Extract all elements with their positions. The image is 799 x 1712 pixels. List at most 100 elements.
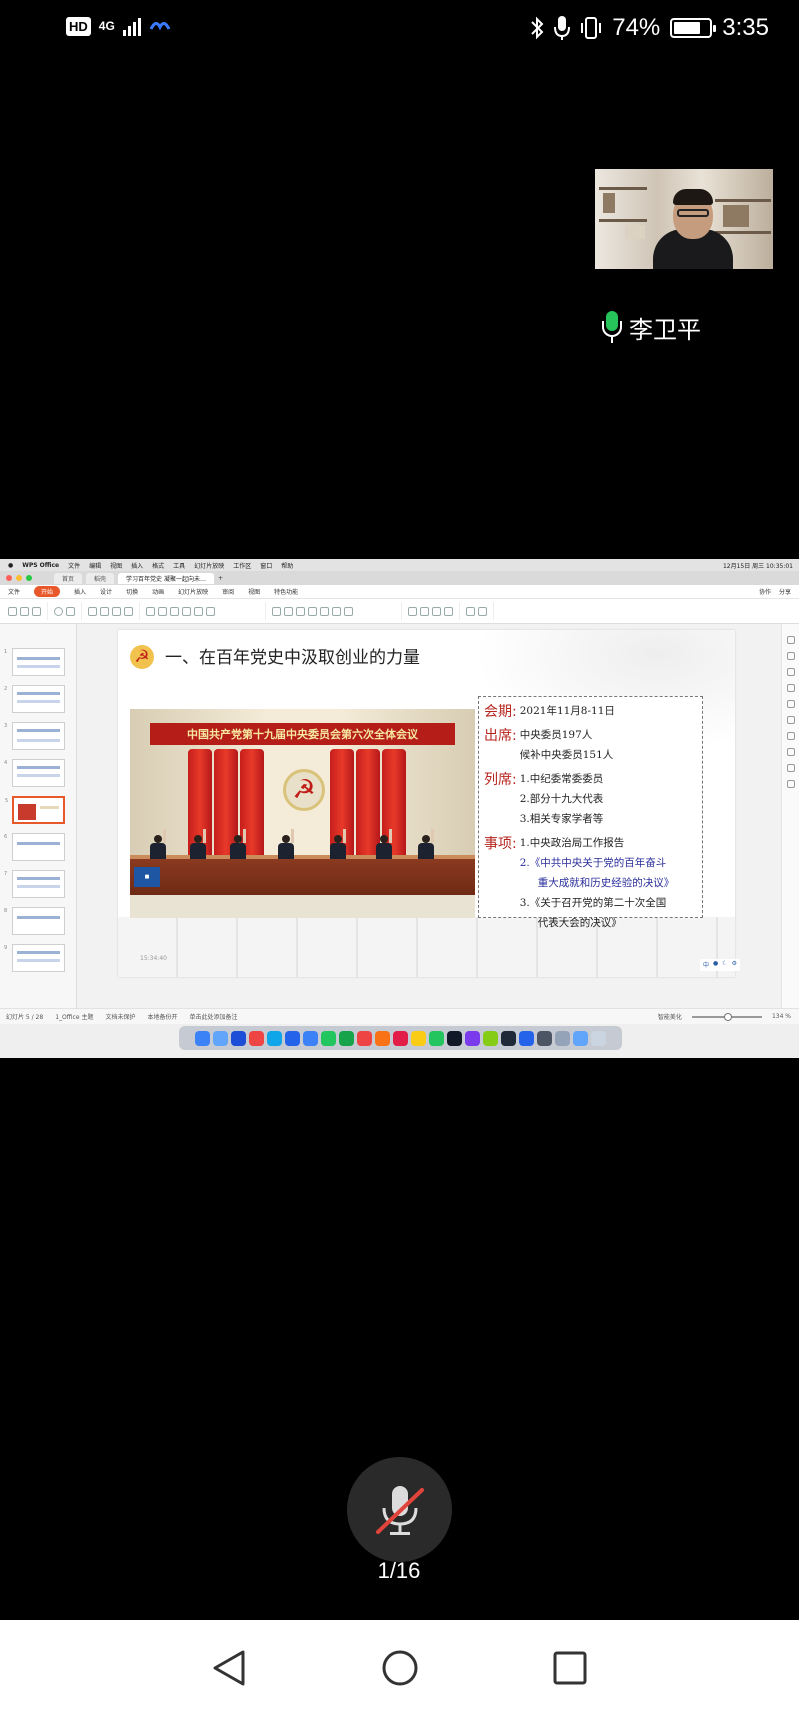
- ribbon-group: [466, 602, 494, 620]
- glasses: [677, 209, 709, 217]
- finder-icon: [195, 1030, 210, 1046]
- info-text: 中央委员197人: [519, 729, 593, 741]
- slide-thumbnail: 4: [4, 759, 65, 787]
- shelf: [599, 187, 647, 190]
- back-button[interactable]: [207, 1646, 251, 1690]
- share-button: 分享: [778, 589, 791, 596]
- menu-item: WPS Office: [22, 561, 60, 569]
- app-icon: [267, 1030, 282, 1046]
- slide-thumbnail: 1: [4, 648, 65, 676]
- tool-icon: [787, 732, 795, 740]
- app-icon: [483, 1030, 498, 1046]
- ribbon-tabs: 文件 开始 插入 设计 切换 动画 幻灯片放映 审阅 视图 特色功能 协作 分享: [0, 585, 799, 599]
- tool-icon: [787, 668, 795, 676]
- ribbon-group: [54, 602, 82, 620]
- books: [723, 205, 749, 227]
- mute-button[interactable]: [347, 1457, 452, 1562]
- menu-item: 编辑: [89, 562, 102, 570]
- status-right: 74% 3:35: [530, 14, 769, 42]
- slide-thumbnail: 9: [4, 944, 65, 972]
- info-observer-row: 列席: 1.中纪委常委委员 2.部分十九大代表 3.相关专家学者等: [484, 769, 603, 829]
- info-text: 1.中纪委常委委员: [519, 773, 604, 785]
- clock: 3:35: [722, 14, 769, 41]
- shared-screen[interactable]: ● WPS Office 文件 编辑 视图 插入 格式 工具 幻灯片放映 工作区…: [0, 559, 799, 1058]
- monitor: [625, 225, 645, 239]
- home-circle-icon: [382, 1650, 418, 1686]
- bluetooth-icon: [531, 16, 544, 40]
- photo-timestamp: 15:34:40: [140, 955, 167, 962]
- tab-docer: 稻壳: [86, 572, 115, 584]
- tool-icon: [787, 716, 795, 724]
- delegate-figure: [150, 829, 166, 859]
- zoom-level: 134 %: [771, 1013, 791, 1020]
- slide-thumbnail: 7: [4, 870, 65, 898]
- wps-tabstrip: 首页 稻壳 学习百年党史 凝聚一起向未… +: [0, 571, 799, 585]
- info-text: 代表大会的决议》: [537, 917, 622, 929]
- tool-icon: [787, 652, 795, 660]
- home-button[interactable]: [378, 1646, 422, 1690]
- tool-icon: [787, 764, 795, 772]
- app-icon: [411, 1030, 426, 1046]
- status-left: HD 4G: [66, 16, 171, 36]
- app-icon: [537, 1030, 552, 1046]
- collaborate-button: 协作: [758, 589, 771, 596]
- slide-counter: 幻灯片 5 / 28: [6, 1014, 44, 1021]
- app-icon: [429, 1030, 444, 1046]
- notes-placeholder: 单击此处添加备注: [189, 1014, 238, 1021]
- app-status-bar: 幻灯片 5 / 28 1_Office 主题 文档未保护 本地备份开 单击此处添…: [0, 1008, 799, 1024]
- delegate-figure: [230, 829, 246, 859]
- vibrate-icon: [581, 17, 602, 39]
- app-icon: [519, 1030, 534, 1046]
- info-text: 候补中央委员151人: [519, 749, 614, 761]
- participant-name: 李卫平: [629, 316, 701, 344]
- hd-badge: HD: [66, 16, 91, 36]
- back-triangle-icon: [213, 1650, 245, 1686]
- app-icon: [375, 1030, 390, 1046]
- hammer-sickle-icon: ☭: [283, 769, 325, 811]
- photo-banner: 中国共产党第十九届中央委员会第六次全体会议: [150, 723, 455, 745]
- participant-label: 李卫平: [601, 310, 701, 345]
- info-text: 2021年11月8-11日: [519, 705, 615, 717]
- ribbon-tab: 动画: [152, 589, 165, 596]
- app-icon: [285, 1030, 300, 1046]
- apple-icon: ●: [8, 561, 14, 569]
- wps-icon: [357, 1030, 372, 1046]
- protect-status: 文档未保护: [105, 1014, 136, 1021]
- wechat-icon: [339, 1030, 354, 1046]
- info-text: 3.相关专家学者等: [519, 813, 604, 825]
- workspace: 1 2 3 4 5 6 7 8 9 ☭ 一、在百年党史中汲取创业的力量 中国共产…: [0, 624, 799, 1008]
- trash-icon: [591, 1030, 606, 1046]
- mac-dock: [179, 1026, 622, 1050]
- menu-item: 幻灯片放映: [194, 562, 225, 570]
- ribbon-tab: 文件: [8, 589, 21, 596]
- tool-icon: [787, 636, 795, 644]
- meeting-info-box: 会期: 2021年11月8-11日 出席: 中央委员197人 候补中央委员151…: [478, 696, 703, 929]
- app-icon: [501, 1030, 516, 1046]
- theme-name: 1_Office 主题: [55, 1014, 94, 1021]
- info-label: 会期:: [484, 704, 517, 720]
- recents-button[interactable]: [548, 1646, 592, 1690]
- menu-item: 插入: [131, 562, 144, 570]
- menu-item: 文件: [68, 562, 81, 570]
- input-method-bar: 中 ● ☾ ⚙: [700, 959, 741, 971]
- zoom-slider: [691, 1012, 762, 1021]
- photo-floor: [130, 895, 475, 918]
- ribbon-group: [146, 602, 266, 620]
- hotspot-icon: [149, 22, 171, 31]
- ribbon-tab: 审阅: [222, 589, 235, 596]
- info-text: 3.《关于召开党的第二十次全国: [519, 897, 667, 909]
- ribbon-group: [272, 602, 402, 620]
- launchpad-icon: [213, 1030, 228, 1046]
- participant-video[interactable]: [595, 169, 773, 269]
- add-tab-icon: +: [217, 574, 223, 582]
- microphone-muted-icon: [375, 1485, 424, 1535]
- status-bar: HD 4G 74% 3:35: [0, 0, 799, 62]
- info-label: 出席:: [484, 728, 517, 744]
- ribbon-tab: 插入: [74, 589, 87, 596]
- safari-icon: [231, 1030, 246, 1046]
- info-label: 事项:: [484, 836, 517, 852]
- mac-menubar: ● WPS Office 文件 编辑 视图 插入 格式 工具 幻灯片放映 工作区…: [0, 559, 799, 571]
- delegate-figure: [418, 829, 434, 859]
- menu-item: 工作区: [233, 562, 252, 570]
- tool-icon: [787, 780, 795, 788]
